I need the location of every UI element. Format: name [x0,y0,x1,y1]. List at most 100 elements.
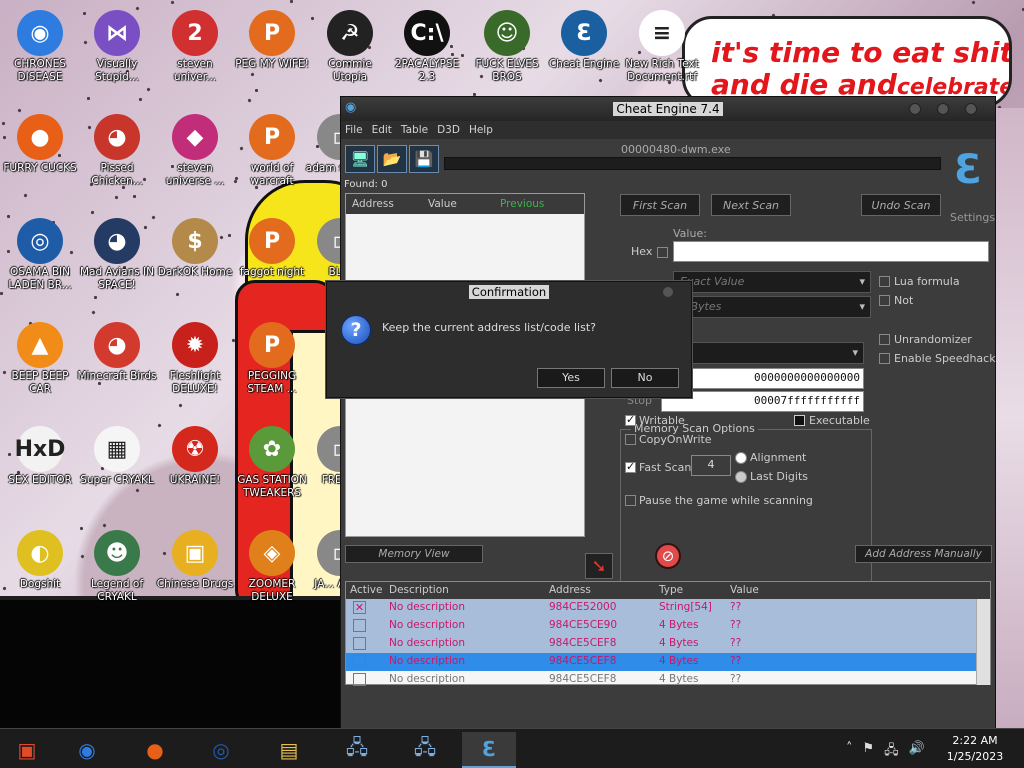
desktop-icon[interactable]: ▣ Chinese Drugs [155,526,235,591]
add-to-list-arrow-icon[interactable]: ➘ [585,553,613,579]
desktop-icon[interactable]: ☻ Legend of CRYAKL [77,526,157,604]
add-address-manually-button[interactable]: Add Address Manually [855,545,992,563]
dialog-title-bar[interactable]: Confirmation [327,282,691,302]
start-button[interactable]: ▣ [0,732,54,768]
clock[interactable]: 2:22 AM 1/25/2023 [934,733,1016,765]
settings-link[interactable]: Settings [950,211,995,224]
volume-icon[interactable]: 🔊 [909,741,925,763]
column-description[interactable]: Description [389,584,449,596]
taskbar-cheat-engine[interactable]: Ɛ [462,732,516,768]
speedhack-checkbox[interactable] [879,353,890,364]
mahjong-icon: ▣ [172,530,218,576]
menu-edit[interactable]: Edit [372,124,392,136]
taskbar-firefox[interactable]: ● [128,732,182,768]
menu-d3d[interactable]: D3D [437,124,460,136]
column-previous[interactable]: Previous [494,198,544,210]
stop-icon[interactable]: ⊘ [655,543,681,569]
maximize-button[interactable] [937,103,949,115]
no-button[interactable]: No [611,368,679,388]
desktop-icon[interactable]: ◆ steven universe ... [155,110,235,188]
desktop-icon[interactable]: ▦ Super CRYAKL [77,422,157,487]
scan-type-dropdown[interactable]: Exact Value [673,271,871,293]
desktop-icon[interactable]: ● FURRY CUCKS [0,110,80,175]
column-type[interactable]: Type [659,584,683,596]
address-list[interactable]: Active Description Address Type Value ✕ N… [345,581,991,686]
table-row[interactable]: No description 984CE5CEF8 4 Bytes?? [346,653,976,671]
desktop-icon[interactable]: ◕ Minecraft Birds [77,318,157,383]
active-checkbox[interactable] [353,673,366,686]
desktop-icon[interactable]: ◕ Mad Avians IN SPACE! [77,214,157,292]
column-address[interactable]: Address [549,584,591,596]
desktop-icon[interactable]: Ɛ Cheat Engine [544,6,624,71]
desktop-icon[interactable]: P PEG MY WIFE! [232,6,312,71]
undo-scan-button[interactable]: Undo Scan [861,194,941,216]
column-address[interactable]: Address [346,198,422,210]
fast-scan-checkbox[interactable] [625,460,636,473]
tray-expand-icon[interactable]: ˄ [846,741,853,763]
network-icon[interactable]: 🖧 [884,741,899,763]
table-row[interactable]: No description 984CE5CEF8 4 Bytes?? [346,671,976,689]
desktop-icon[interactable]: ☭ Commie Utopia [310,6,390,84]
menu-file[interactable]: File [345,124,363,136]
taskbar-network-2[interactable]: 🖧 [398,732,452,768]
desktop-icon[interactable]: C:\ 2PACALYPSE 2.3 [387,6,467,84]
unrandomizer-checkbox[interactable] [879,334,890,345]
last-digits-radio[interactable] [735,471,747,483]
desktop-icon[interactable]: ◕ Pissed Chicken... [77,110,157,188]
desktop-icon[interactable]: ✹ Fleshlight DELUXE! [155,318,235,396]
cheat-engine-logo-icon[interactable]: Ɛ [945,143,991,199]
hex-checkbox[interactable] [657,247,668,258]
desktop-icon[interactable]: ⋈ Visually Stupid... [77,6,157,84]
first-scan-button[interactable]: First Scan [620,194,700,216]
desktop-icon[interactable]: 2 steven univer... [155,6,235,84]
table-row[interactable]: No description 984CE5CE90 4 Bytes?? [346,617,976,635]
desktop-icon[interactable]: ≡ New Rich Text Document.rtf [622,6,702,84]
desktop-icon[interactable]: ☢ UKRAINE! [155,422,235,487]
flag-icon[interactable]: ⚑ [863,741,875,763]
minimize-button[interactable] [909,103,921,115]
open-file-icon[interactable]: 📂 [377,145,407,173]
value-type-dropdown[interactable]: 4 Bytes [673,296,871,318]
desktop-icon[interactable]: P PEGGING STEAM ... [232,318,312,396]
taskbar-obama[interactable]: ◎ [194,732,248,768]
menu-help[interactable]: Help [469,124,493,136]
menu-table[interactable]: Table [401,124,428,136]
fast-scan-input[interactable]: 4 [691,455,731,476]
lua-formula-checkbox[interactable] [879,276,890,287]
active-checkbox[interactable]: ✕ [353,601,366,614]
not-checkbox[interactable] [879,295,890,306]
active-checkbox[interactable] [353,655,366,668]
desktop-icon[interactable]: ◉ CHRONES DISEASE [0,6,80,84]
desktop-icon[interactable]: HxD SEX EDITOR [0,422,80,487]
column-value[interactable]: Value [422,198,494,210]
table-row[interactable]: ✕ No description 984CE52000 String[54]?? [346,599,976,617]
desktop-icon[interactable]: ☺ FUCK ELVES BROS [467,6,547,84]
desktop-icon[interactable]: ◐ Dogshit [0,526,80,591]
taskbar-chrome[interactable]: ◉ [60,732,114,768]
table-row[interactable]: No description 984CE5CEF8 4 Bytes?? [346,635,976,653]
open-process-icon[interactable]: 🖥 [345,145,375,173]
taskbar-network-1[interactable]: 🖧 [330,732,384,768]
address-list-scrollbar[interactable] [976,599,990,685]
pause-game-checkbox[interactable] [625,495,636,506]
title-bar[interactable]: ◉ Cheat Engine 7.4 [341,97,995,121]
close-button[interactable] [965,103,977,115]
value-input[interactable] [673,241,989,262]
alignment-radio[interactable] [735,452,747,464]
dialog-close-button[interactable] [663,287,673,297]
active-checkbox[interactable] [353,619,366,632]
column-value[interactable]: Value [730,584,759,596]
desktop-icon[interactable]: $ DarkOK Home [155,214,235,279]
yes-button[interactable]: Yes [537,368,605,388]
writable-checkbox[interactable] [625,413,636,426]
desktop-icon[interactable]: ◎ OSAMA BIN LADEN BR... [0,214,80,292]
active-checkbox[interactable] [353,637,366,650]
save-icon[interactable]: 💾 [409,145,439,173]
column-active[interactable]: Active [350,584,382,596]
taskbar-file-explorer[interactable]: ▤ [262,732,316,768]
next-scan-button[interactable]: Next Scan [711,194,791,216]
copyonwrite-checkbox[interactable] [625,434,636,445]
executable-checkbox[interactable] [794,415,805,426]
desktop-icon[interactable]: ▲ BEEP BEEP CAR [0,318,80,396]
memory-view-button[interactable]: Memory View [345,545,483,563]
